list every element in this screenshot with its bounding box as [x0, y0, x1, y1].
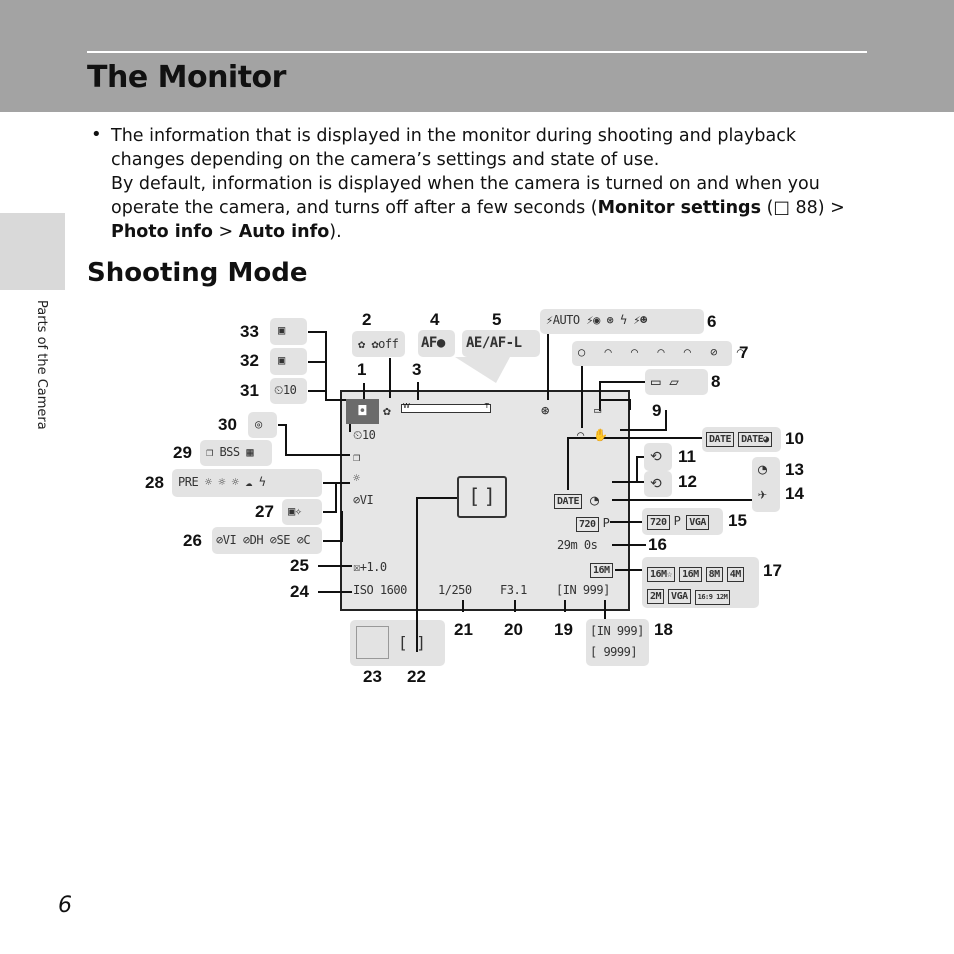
color-options-icons: ⊘VI ⊘DH ⊘SE ⊘C [216, 533, 311, 547]
aperture: F3.1 [500, 583, 527, 597]
callout-29: 29 [173, 443, 192, 462]
battery-icon: ▭ [594, 403, 601, 417]
callout-32: 32 [240, 351, 259, 370]
motion-detection-icon: ⟲ [650, 449, 662, 465]
callout-27: 27 [255, 502, 274, 521]
callout-26: 26 [183, 531, 202, 550]
date-counter-icon: DATE◕ [738, 432, 772, 447]
image-mode-status: 16M [590, 563, 613, 578]
callout-28: 28 [145, 473, 164, 492]
movie-mode-status: 720 [576, 517, 599, 532]
focus-area-square [356, 626, 389, 659]
battery-icons: ▭ ▱ [651, 372, 679, 391]
camera-mode-icon: ◘ [346, 399, 379, 424]
callout-20: 20 [504, 620, 523, 639]
image-size-icon: 16M [679, 567, 702, 582]
movie-length: 29m 0s [557, 538, 598, 552]
callout-14: 14 [785, 484, 804, 503]
image-size-icon: 8M [705, 567, 723, 582]
self-timer-icon: ⏲10 [274, 383, 297, 397]
callout-33: 33 [240, 322, 259, 341]
exposures-remaining: [IN 999] [556, 583, 610, 597]
movie-720-icon: 720 [647, 515, 670, 530]
movie-vga-icon: VGA [686, 515, 709, 530]
exposures-card: [ 9999] [590, 645, 638, 659]
vibration-reduction-icon: ✋ [593, 428, 608, 442]
zoom-t: T [484, 402, 489, 410]
callout-30: 30 [218, 415, 237, 434]
callout-2: 2 [362, 310, 372, 329]
image-size-icon: 2M [647, 589, 665, 604]
callout-13: 13 [785, 460, 804, 479]
wifi-signal-icons: ○ ◠ ◠ ◠ ◠ ⊘ ◠ [578, 345, 750, 359]
callout-19: 19 [554, 620, 573, 639]
zoom-bar: W T [401, 402, 491, 413]
date-status: DATE [554, 494, 583, 509]
movie-p: P [602, 516, 610, 530]
callout-31: 31 [240, 381, 259, 400]
image-size-icon: 4M [726, 567, 744, 582]
image-size-icon: 16:9 12M [694, 590, 731, 605]
exposure-compensation: ☒+1.0 [353, 560, 387, 574]
flash-icon: ⊛ [541, 403, 549, 419]
callout-21: 21 [454, 620, 473, 639]
callout-4: 4 [430, 310, 440, 329]
continuous-status: ❐ [353, 450, 360, 464]
callout-5: 5 [492, 310, 502, 329]
clock-status-icon: ◔ [590, 491, 599, 509]
smile-timer-icon: ▣ [278, 353, 285, 367]
focus-area: [ ] [457, 476, 507, 518]
callout-22: 22 [407, 667, 426, 686]
image-size-icon: 16M☆ [647, 567, 676, 582]
af-indicator-icon: AF● [421, 335, 445, 351]
wifi-icon: ◠ [577, 428, 584, 442]
callout-24: 24 [290, 582, 309, 601]
image-mode-icons: 16M☆ 16M 8M 4M 2M VGA 16:9 12M [647, 562, 755, 606]
white-balance-icons: PRE ☼ ☼ ☼ ☁ ϟ [178, 475, 266, 489]
quick-effects-icon: ▣✧ [288, 504, 302, 518]
color-options-status: ⊘VI [353, 493, 374, 507]
callout-25: 25 [290, 556, 309, 575]
macro-icons: ✿ ✿off [358, 337, 399, 351]
image-size-icon: VGA [668, 589, 691, 604]
continuous-icons: ❐ BSS ▦ [206, 445, 254, 459]
callout-1: 1 [357, 360, 367, 379]
macro-icon: ✿ [383, 404, 391, 419]
travel-destination-icon: ✈ [758, 485, 767, 503]
iso-sensitivity: ISO 1600 [353, 583, 407, 597]
flash-mode-icons: ⚡AUTO ⚡◉ ⊛ ϟ ⚡☻ [546, 313, 647, 327]
shutter-speed: 1/250 [438, 583, 472, 597]
callout-9: 9 [652, 401, 662, 420]
callout-17: 17 [763, 561, 782, 580]
movie-p: P [673, 514, 681, 528]
focus-bracket-icon: [ ] [398, 633, 426, 652]
self-timer-status: ⏲10 [353, 428, 376, 442]
wind-noise-icon: ⟲ [650, 476, 662, 492]
clock-icon: ◔ [758, 460, 767, 478]
white-balance-status: ☼ [353, 471, 360, 485]
callout-12: 12 [678, 472, 697, 491]
exposures-internal: [IN 999] [590, 624, 644, 638]
blink-proof-icon: ◎ [255, 417, 262, 431]
callout-10: 10 [785, 429, 804, 448]
callout-11: 11 [678, 447, 696, 466]
callout-15: 15 [728, 511, 747, 530]
page-number: 6 [58, 893, 72, 918]
callout-8: 8 [711, 372, 721, 391]
date-icon: DATE [706, 432, 735, 447]
zoom-w: W [403, 402, 410, 410]
callout-16: 16 [648, 535, 667, 554]
callout-23: 23 [363, 667, 382, 686]
callout-3: 3 [412, 360, 422, 379]
date-imprint-icons: DATE DATE◕ [706, 431, 776, 447]
pet-portrait-icon: ▣ [278, 323, 285, 337]
ae-af-lock-icon: AE/AF-L [466, 335, 522, 351]
callout-6: 6 [707, 312, 717, 331]
callout-18: 18 [654, 620, 673, 639]
